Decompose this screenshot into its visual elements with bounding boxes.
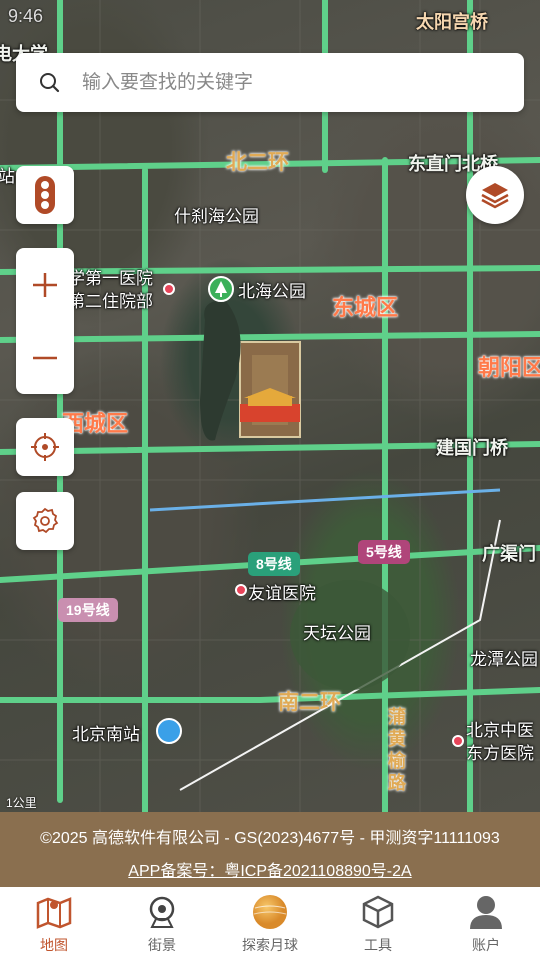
place-beihai[interactable]: 北海公园 (238, 277, 306, 302)
place-beijingnan[interactable]: 北京南站 (72, 720, 140, 745)
district-chaoyang: 朝阳区 (478, 355, 540, 380)
road-label-beierhuan: 北二环 (226, 151, 289, 174)
status-time: 9:46 (8, 6, 44, 26)
icp-link[interactable]: APP备案号：粤ICP备2021108890号-2A (0, 857, 540, 881)
hospital-marker-icon[interactable] (452, 735, 464, 747)
map-icon (35, 893, 73, 931)
park-marker-icon[interactable] (208, 276, 234, 302)
camera-icon (143, 893, 181, 931)
cube-icon (359, 893, 397, 931)
plus-icon (33, 272, 57, 297)
search-bar[interactable] (16, 53, 524, 112)
minus-icon (33, 356, 57, 359)
copyright-text: ©2025 高德软件有限公司 - GS(2023)4677号 - 甲测资字111… (40, 830, 500, 847)
road-label-jianguomen: 建国门桥 (436, 438, 508, 458)
hospital-marker-icon[interactable] (235, 584, 247, 596)
tab-streetview[interactable]: 街景 (108, 887, 216, 960)
layers-button[interactable] (466, 166, 524, 224)
user-icon (467, 893, 505, 931)
traffic-light-icon (35, 176, 55, 214)
place-hospital-annex[interactable]: 第二住院部 (68, 287, 153, 312)
place-zhongyi[interactable]: 北京中医 (466, 716, 534, 741)
tab-account[interactable]: 账户 (432, 887, 540, 960)
tab-moon-label: 探索月球 (242, 937, 298, 953)
tab-map[interactable]: 地图 (0, 887, 108, 960)
copyright-banner: ©2025 高德软件有限公司 - GS(2023)4677号 - 甲测资字111… (0, 812, 540, 887)
road-label-nanerhuan: 南二环 (278, 691, 341, 714)
tab-account-label: 账户 (472, 937, 500, 953)
layers-icon (481, 183, 509, 209)
gear-icon (32, 507, 59, 534)
road-label-guangqumen: 广渠门 (482, 544, 536, 564)
tab-map-label: 地图 (40, 937, 68, 953)
road-label-taiyanggong: 太阳宫桥 (416, 12, 488, 32)
zoom-in-button[interactable] (16, 248, 74, 321)
locate-button[interactable] (16, 418, 74, 476)
settings-button[interactable] (16, 492, 74, 550)
tab-tools-label: 工具 (364, 937, 392, 953)
traffic-toggle-button[interactable] (16, 166, 74, 224)
subway-line-8-badge[interactable]: 8号线 (248, 552, 300, 576)
crosshair-icon (31, 433, 59, 461)
train-station-icon[interactable] (156, 718, 182, 744)
subway-line-19-badge[interactable]: 19号线 (58, 598, 118, 622)
zoom-control (16, 248, 74, 394)
map-scale: 1公里 (6, 796, 37, 810)
moon-icon (251, 893, 289, 931)
search-input[interactable] (82, 71, 502, 94)
place-tiantan[interactable]: 天坛公园 (303, 619, 371, 644)
place-station-partial: 站 (0, 167, 15, 186)
tab-tools[interactable]: 工具 (324, 887, 432, 960)
map-view[interactable]: 9:46 北二环 东直门北桥 太阳宫桥 电大学 建国门桥 南二环 广渠门 蒲黄榆… (0, 0, 540, 812)
tab-moon[interactable]: 探索月球 (216, 887, 324, 960)
place-youyi[interactable]: 友谊医院 (248, 579, 316, 604)
place-dongfang[interactable]: 东方医院 (466, 739, 534, 764)
road-label-puhuang: 蒲黄榆路 (388, 707, 406, 793)
place-shichahai[interactable]: 什刹海公园 (174, 202, 259, 227)
subway-line-5-badge[interactable]: 5号线 (358, 540, 410, 564)
zoom-out-button[interactable] (16, 321, 74, 394)
tab-streetview-label: 街景 (148, 937, 176, 953)
bottom-tab-bar: 地图 街景 探索月球 工具 账户 (0, 887, 540, 960)
hospital-marker-icon[interactable] (163, 283, 175, 295)
place-longtan[interactable]: 龙潭公园 (470, 645, 538, 670)
search-icon (40, 72, 60, 92)
district-dongcheng: 东城区 (332, 295, 399, 320)
place-hospital[interactable]: 学第一医院 (68, 264, 153, 289)
